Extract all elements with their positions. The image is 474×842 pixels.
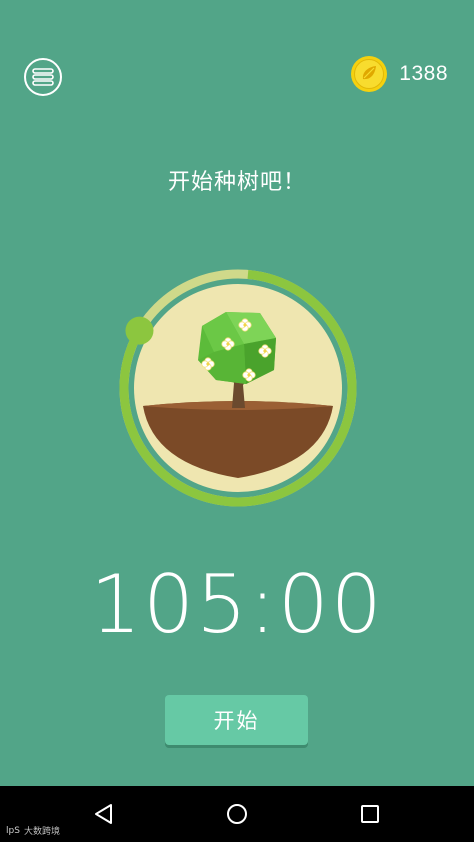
plant-prompt: 开始种树吧！ — [167, 170, 306, 195]
back-triangle-icon — [95, 804, 112, 824]
tree-timer-dial[interactable] — [118, 268, 358, 508]
system-nav-bar — [0, 786, 474, 842]
coin-balance[interactable]: 1388 — [350, 55, 448, 93]
home-button[interactable] — [207, 786, 267, 842]
app-screen: 1388 开始种树吧！ 105:00 开始 — [0, 0, 474, 786]
seed-coin-icon — [351, 56, 388, 92]
start-button[interactable]: 开始 — [165, 695, 308, 745]
recent-apps-button[interactable] — [340, 786, 400, 842]
watermark: lpS 大数跨境 — [6, 824, 60, 838]
home-circle-icon — [227, 804, 247, 824]
watermark-text: 大数跨境 — [23, 827, 60, 837]
dial-handle — [125, 316, 154, 345]
timer-display: 105:00 — [90, 558, 384, 651]
coin-count: 1388 — [399, 62, 448, 85]
menu-lines-icon — [32, 68, 54, 86]
tree-dial-graphic — [119, 269, 357, 507]
menu-button[interactable] — [24, 58, 62, 96]
recent-square-icon — [361, 805, 379, 823]
back-button[interactable] — [74, 786, 134, 842]
watermark-logo: lpS — [6, 825, 20, 836]
